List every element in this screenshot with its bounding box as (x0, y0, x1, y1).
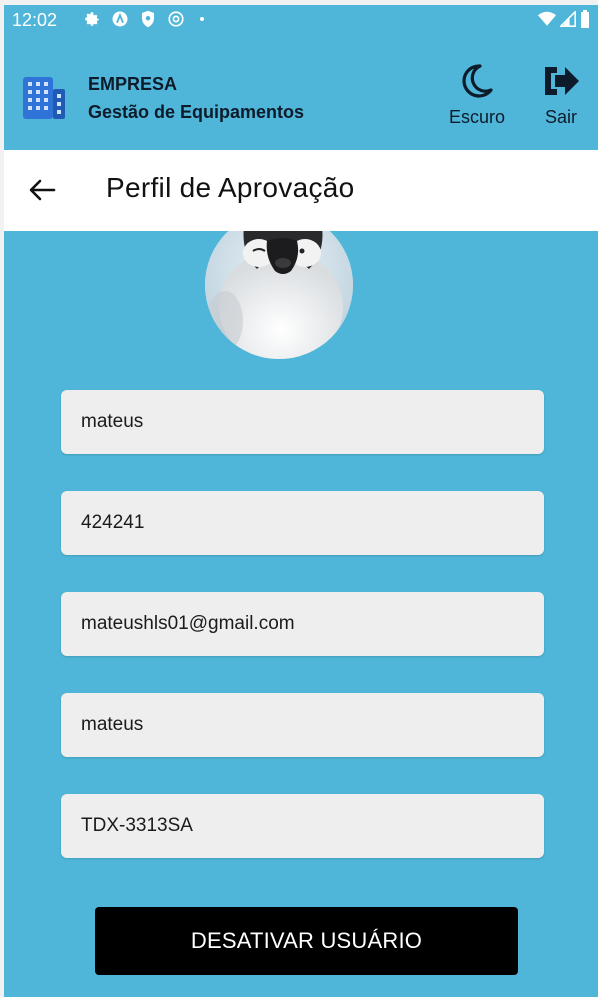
at-sign-icon (166, 9, 186, 29)
building-icon (21, 75, 67, 121)
username-field[interactable] (61, 693, 544, 757)
app-subtitle: Gestão de Equipamentos (88, 102, 305, 122)
app-screen: 12:02 EMPRESA Gestão de Equipamentos Esc… (4, 5, 598, 997)
arrow-left-icon (29, 179, 56, 201)
status-bar: 12:02 (4, 5, 598, 35)
signal-icon (558, 9, 576, 32)
page-title: Perfil de Aprovação (106, 172, 355, 203)
penguin-photo (205, 211, 353, 359)
exit-button[interactable]: Sair (535, 61, 587, 128)
back-button[interactable] (26, 174, 58, 206)
moon-icon (442, 61, 512, 101)
code-input[interactable] (61, 491, 544, 555)
gear-icon (82, 9, 102, 29)
notification-icons (82, 9, 204, 29)
code-field[interactable] (61, 491, 544, 555)
wifi-icon (538, 11, 556, 32)
avatar[interactable] (205, 211, 353, 359)
email-input[interactable] (61, 592, 544, 656)
dark-mode-button[interactable]: Escuro (442, 61, 512, 128)
exit-label: Sair (544, 107, 577, 127)
status-time: 12:02 (12, 10, 58, 30)
email-field[interactable] (61, 592, 544, 656)
app-header: EMPRESA Gestão de Equipamentos Escuro Sa… (4, 35, 598, 150)
shield-icon (138, 9, 158, 29)
battery-icon (580, 10, 590, 33)
system-icons (538, 9, 590, 33)
name-input[interactable] (61, 390, 544, 454)
device-id-input[interactable] (61, 794, 544, 858)
device-id-field[interactable] (61, 794, 544, 858)
sign-out-icon (535, 61, 587, 101)
page-title-bar: Perfil de Aprovação (4, 150, 598, 231)
username-input[interactable] (61, 693, 544, 757)
a-badge-icon (110, 9, 130, 29)
company-name: EMPRESA (88, 74, 178, 94)
more-notifications-dot (200, 17, 204, 21)
dark-mode-label: Escuro (448, 107, 506, 127)
deactivate-user-button[interactable]: DESATIVAR USUÁRIO (95, 907, 518, 975)
name-field[interactable] (61, 390, 544, 454)
